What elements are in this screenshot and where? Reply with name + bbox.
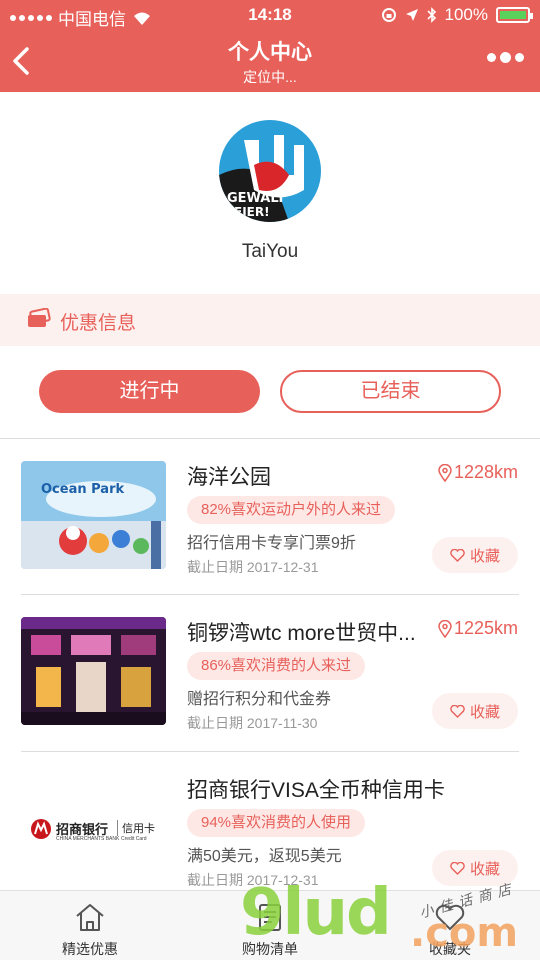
bluetooth-icon [426,7,436,23]
tab-ended[interactable]: 已结束 [280,370,501,413]
favorite-button[interactable]: 收藏 [432,850,518,886]
item-description: 满50美元，返现5美元 [187,848,342,865]
item-description: 赠招行积分和代金券 [187,691,332,708]
item-tag: 86%喜欢消费的人来过 [187,652,366,680]
list-item[interactable]: Ocean Park 海洋公园 1228km 82%喜欢运动户外的人来过 招行信… [0,440,540,590]
item-title: 招商银行VISA全币种信用卡 [187,779,445,802]
list-item[interactable]: 招商银行 CHINA MERCHANTS BANK 信用卡 Credit Car… [0,753,540,903]
item-distance-value: 1225km [453,618,518,638]
favorite-label: 收藏 [469,703,500,721]
tabbar-item-favorites[interactable]: 收藏夹 [390,891,510,960]
location-arrow-icon [405,9,418,21]
status-bar: 中国电信 14:18 100% [0,0,540,30]
avatar[interactable]: GEWALT FIER! [219,120,321,222]
tabbar-label: 收藏夹 [429,941,471,957]
item-description: 招行信用卡专享门票9折 [187,535,356,552]
avatar-image: GEWALT FIER! [219,120,321,222]
username: TaiYou [241,241,299,262]
battery-percent: 100% [444,5,488,24]
more-button[interactable] [487,52,524,63]
bank-logo-sub: 信用卡 [117,820,155,836]
home-icon [76,904,104,931]
item-distance-value: 1228km [453,462,518,482]
item-tag: 82%喜欢运动户外的人来过 [187,496,396,524]
tabbar-item-shopping-list[interactable]: 购物清单 [210,891,330,960]
divider [0,438,540,439]
tabbar-label: 精选优惠 [62,941,118,957]
page-title: 个人中心 [228,41,312,64]
item-divider [21,751,519,752]
favorite-button[interactable]: 收藏 [432,537,518,573]
heart-icon [450,548,465,562]
svg-text:Ocean Park: Ocean Park [41,482,124,497]
item-distance: 1225km [438,618,518,639]
svg-text:FIER!: FIER! [234,205,270,219]
item-thumbnail: 招商银行 CHINA MERCHANTS BANK 信用卡 Credit Car… [21,774,166,882]
item-date: 截止日期 2017-11-30 [187,715,318,731]
coupon-section-title: 优惠信息 [60,313,137,334]
bank-logo-en-sub: Credit Card [121,836,147,842]
location-pin-icon [438,463,452,482]
bottom-tab-bar: 精选优惠 购物清单 收藏夹 [0,890,540,960]
item-date: 截止日期 2017-12-31 [187,559,319,575]
item-date: 截止日期 2017-12-31 [187,872,319,888]
item-title: 海洋公园 [187,466,271,489]
rotation-lock-icon [381,8,396,22]
bank-logo-en: CHINA MERCHANTS BANK [56,836,120,842]
favorite-label: 收藏 [469,860,500,878]
heart-icon [450,861,465,875]
item-thumbnail [21,617,166,725]
tabbar-item-featured[interactable]: 精选优惠 [30,891,150,960]
item-tag: 94%喜欢消费的人使用 [187,809,366,837]
heart-icon [435,904,465,931]
location-pin-icon [438,619,452,638]
item-thumbnail: Ocean Park [21,461,166,569]
list-item[interactable]: 铜锣湾wtc more世贸中... 1225km 86%喜欢消费的人来过 赠招行… [0,596,540,746]
battery-icon [496,7,533,23]
header: 中国电信 14:18 100% 个人中心 定位中... [0,0,540,92]
list-icon [259,904,281,931]
svg-text:GEWALT: GEWALT [227,191,285,206]
tabbar-label: 购物清单 [242,941,298,957]
item-divider [21,594,519,595]
favorite-button[interactable]: 收藏 [432,693,518,729]
tab-ongoing[interactable]: 进行中 [39,370,260,413]
location-status: 定位中... [243,69,297,85]
item-title: 铜锣湾wtc more世贸中... [187,622,416,645]
favorite-label: 收藏 [469,547,500,565]
item-distance: 1228km [438,462,518,483]
coupon-section-header: 优惠信息 [0,294,540,346]
heart-icon [450,704,465,718]
ticket-icon [28,308,51,327]
